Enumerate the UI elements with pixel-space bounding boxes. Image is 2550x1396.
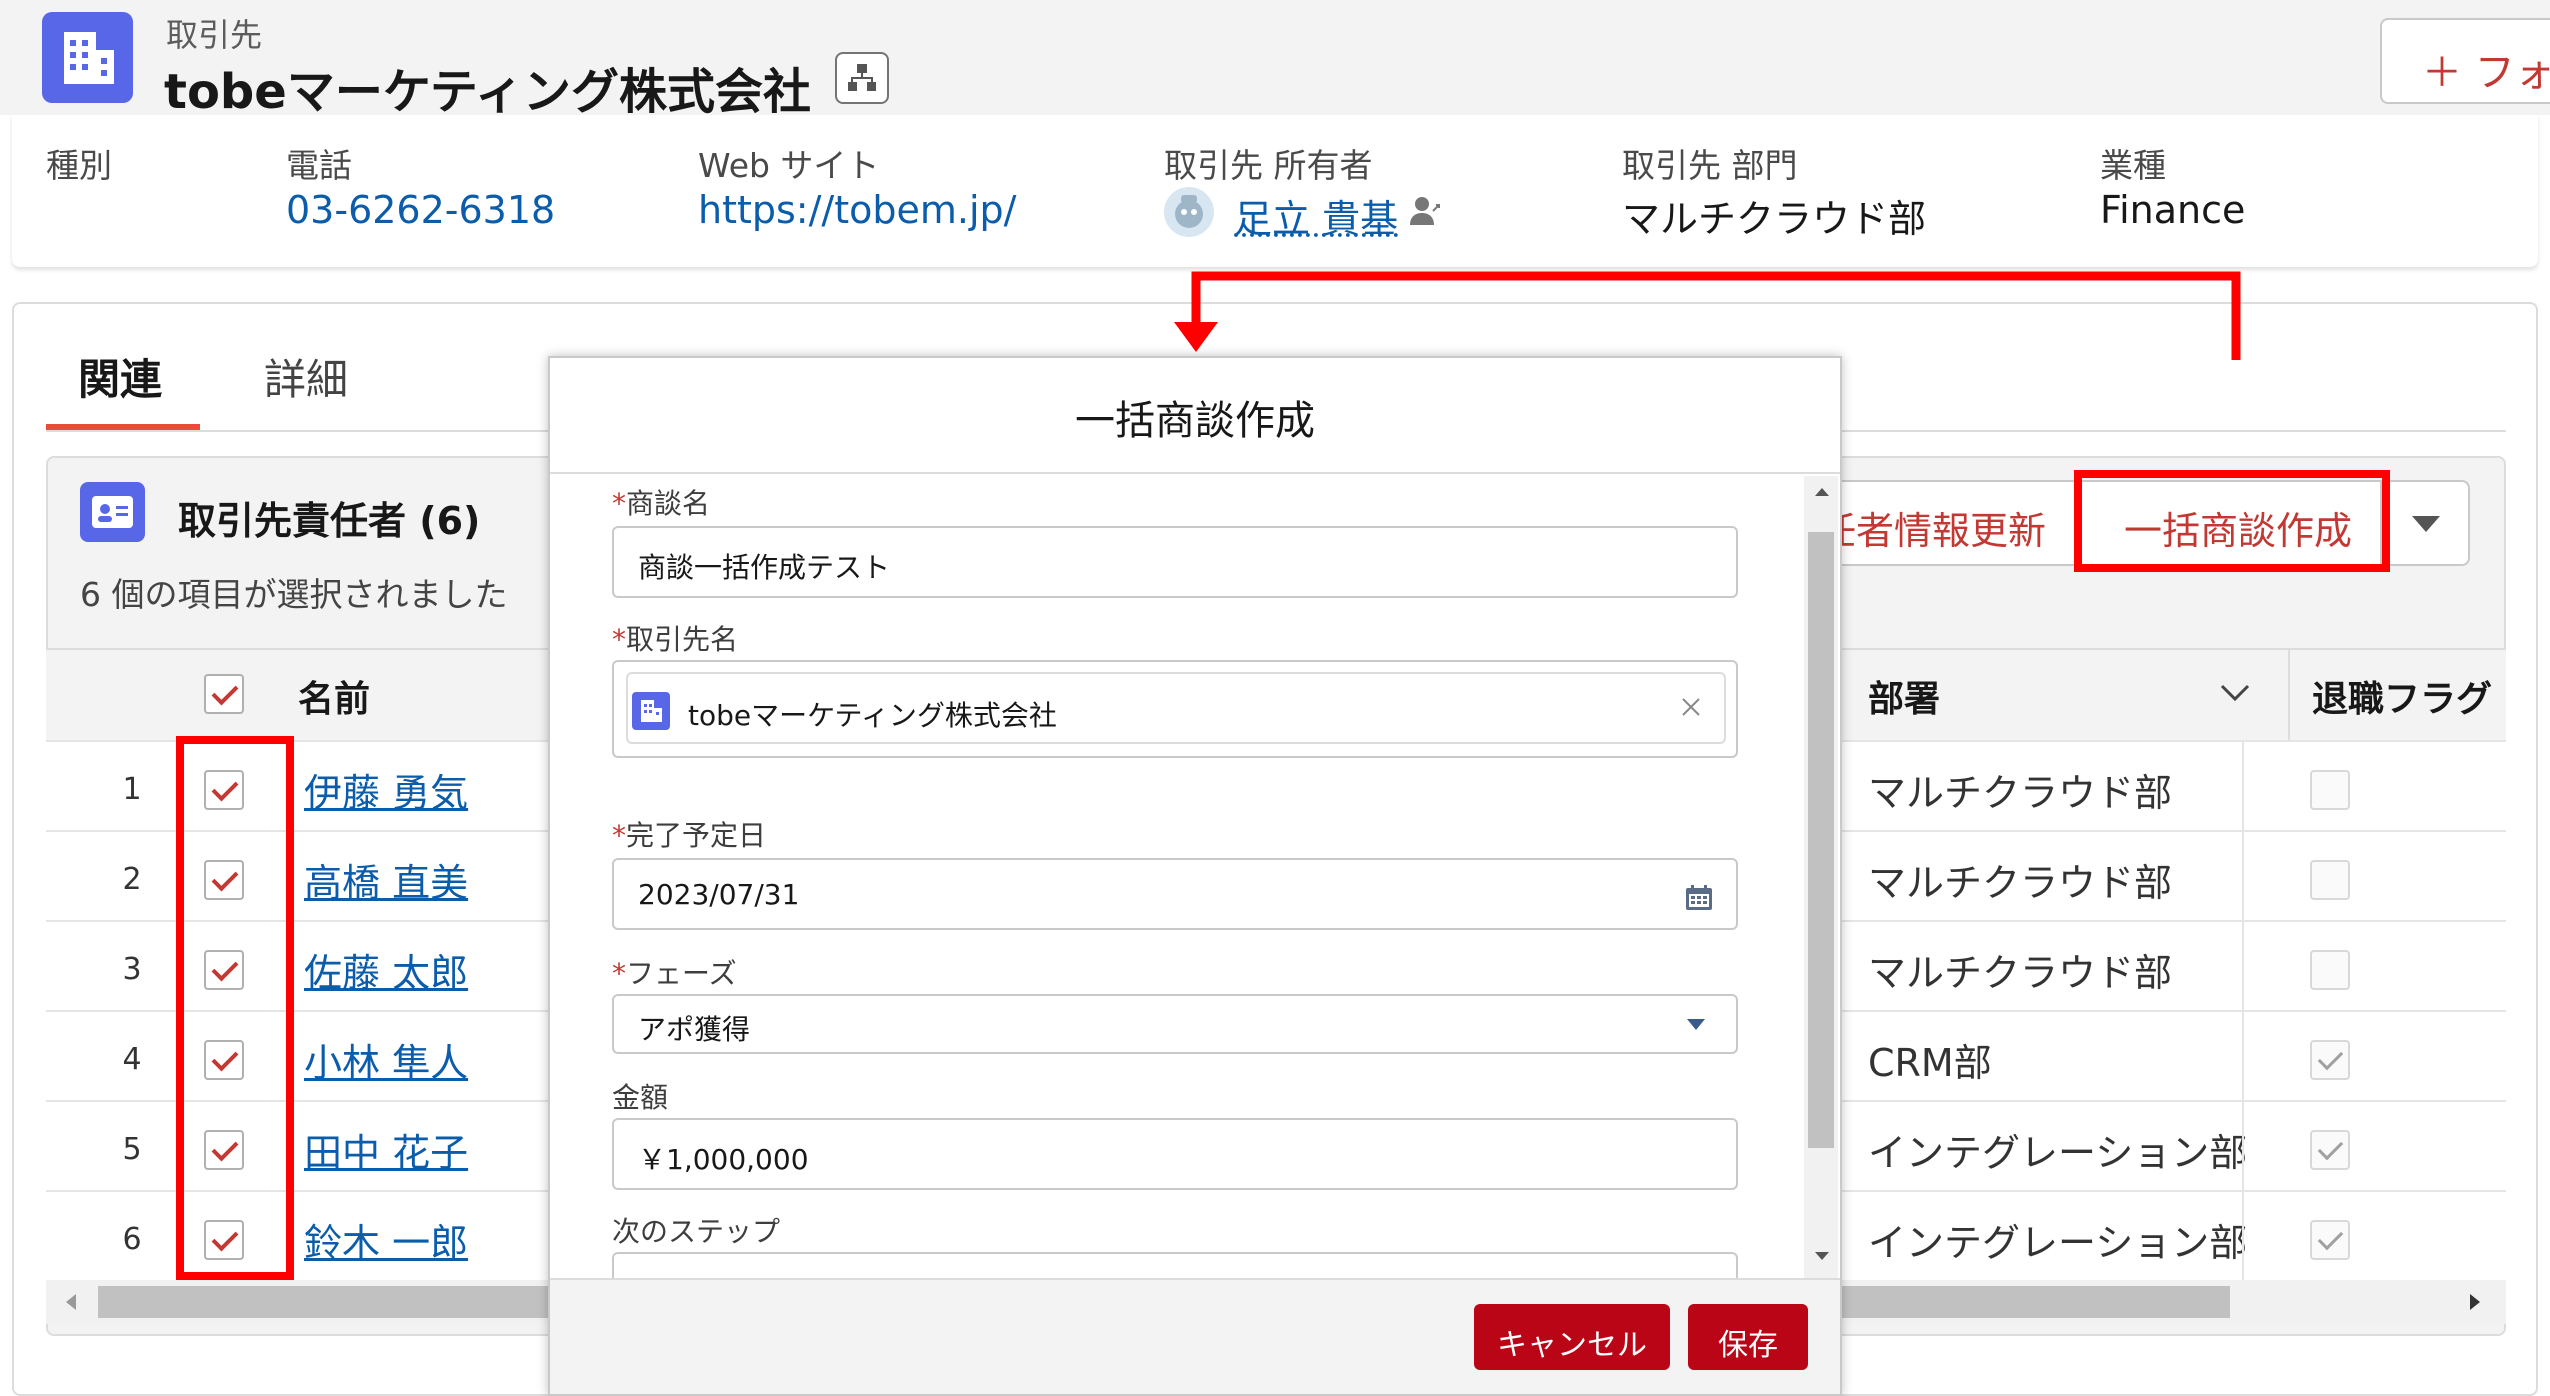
annotation-button-highlight [2074,470,2390,572]
field-label-website: Web サイト [698,146,880,185]
amount-input[interactable]: ￥1,000,000 [612,1118,1738,1190]
close-date-input[interactable]: 2023/07/31 [612,858,1738,930]
update-contacts-button[interactable]: 任者情報更新 [1818,500,2046,555]
calendar-icon[interactable] [1684,884,1714,916]
next-step-input[interactable] [612,1252,1738,1278]
row-number: 5 [122,1132,142,1167]
chevron-down-icon[interactable] [1684,1014,1708,1038]
dept-cell: マルチクラウド部 [1868,771,2173,815]
annotation-arrow [1174,271,2241,360]
phase-label: *フェーズ [612,957,737,990]
dept-cell: インテグレーション部 [1868,1131,2248,1175]
tab-details[interactable]: 詳細 [264,346,348,407]
division-value: マルチクラウド部 [1622,197,1927,241]
row-number: 3 [122,952,142,987]
column-header-dept[interactable]: 部署 [1868,670,1940,722]
hierarchy-button[interactable] [835,52,889,104]
contact-name-link[interactable]: 田中 花子 [304,1122,468,1177]
retired-flag-checkbox [2310,1220,2350,1260]
clear-icon[interactable] [1676,692,1706,726]
modal-title: 一括商談作成 [1075,398,1315,444]
record-type-label: 取引先 [166,16,263,54]
account-name-label: *取引先名 [612,623,739,656]
opportunity-name-input[interactable]: 商談一括作成テスト [612,526,1738,598]
retired-flag-checkbox [2310,770,2350,810]
dept-cell: CRM部 [1868,1041,1992,1085]
row-number: 4 [122,1042,142,1077]
account-icon [42,12,133,103]
retired-flag-checkbox [2310,1130,2350,1170]
active-tab-indicator [46,424,200,430]
column-divider [2242,922,2244,1012]
selection-count: 6 個の項目が選択されました [80,575,508,614]
column-divider [2242,742,2244,832]
row-number: 1 [122,772,142,807]
scroll-right-arrow-icon[interactable] [2464,1290,2484,1318]
contact-name-link[interactable]: 高橋 直美 [304,852,468,907]
dept-cell: マルチクラウド部 [1868,861,2173,905]
account-pill-label: tobeマーケティング株式会社 [688,699,1057,732]
column-divider [2242,1102,2244,1192]
record-name: tobeマーケティング株式会社 [164,64,811,120]
website-link[interactable]: https://tobem.jp/ [698,188,1016,232]
retired-flag-checkbox [2310,860,2350,900]
contact-name-link[interactable]: 小林 隼人 [304,1032,468,1087]
field-label-phone: 電話 [286,146,352,185]
field-label-owner: 取引先 所有者 [1164,146,1373,185]
column-divider [2242,832,2244,922]
retired-flag-checkbox [2310,1040,2350,1080]
hierarchy-icon [848,64,876,91]
highlights-panel: 種別 電話 03-6262-6318 Web サイト https://tobem… [12,115,2538,267]
more-actions-dropdown[interactable] [2384,482,2468,564]
column-header-name[interactable]: 名前 [298,670,370,722]
chevron-down-icon[interactable] [2218,678,2252,712]
phone-link[interactable]: 03-6262-6318 [286,188,555,232]
chevron-down-icon [2412,516,2440,532]
dept-cell: マルチクラウド部 [1868,951,2173,995]
field-label-division: 取引先 部門 [1622,146,1798,185]
dept-cell: インテグレーション部 [1868,1221,2248,1265]
phase-select[interactable]: アポ獲得 [612,994,1738,1054]
field-label-type: 種別 [46,146,112,185]
scroll-left-arrow-icon[interactable] [62,1290,82,1318]
scroll-down-arrow-icon[interactable] [1812,1248,1832,1268]
close-date-label: *完了予定日 [612,819,767,852]
contact-name-link[interactable]: 伊藤 勇気 [304,762,468,817]
retired-flag-checkbox [2310,950,2350,990]
follow-button[interactable]: ＋ フォ [2380,18,2550,104]
tab-related[interactable]: 関連 [78,346,162,407]
save-button[interactable]: 保存 [1688,1304,1808,1370]
column-divider [2242,1192,2244,1282]
amount-label: 金額 [612,1081,669,1114]
modal-scrollbar-thumb[interactable] [1808,532,1834,1148]
scroll-up-arrow-icon[interactable] [1812,484,1832,504]
owner-link[interactable]: 足立 貴基 [1234,188,1398,243]
contact-name-link[interactable]: 佐藤 太郎 [304,942,468,997]
row-number: 2 [122,862,142,897]
contact-icon [80,482,145,542]
column-divider [2242,1012,2244,1102]
select-all-checkbox[interactable] [204,674,244,714]
column-header-retired[interactable]: 退職フラグ [2312,670,2492,722]
account-icon [632,692,670,730]
owner-avatar [1164,187,1214,237]
column-divider [2288,650,2290,742]
change-owner-icon[interactable] [1407,193,1443,233]
contact-name-link[interactable]: 鈴木 一郎 [304,1212,468,1267]
cancel-button[interactable]: キャンセル [1474,1304,1670,1370]
industry-value: Finance [2100,188,2246,232]
next-step-label: 次のステップ [612,1215,781,1248]
related-list-title: 取引先責任者 (6) [178,499,481,543]
annotation-checkbox-highlight [176,736,294,1280]
opportunity-name-label: *商談名 [612,487,711,520]
row-number: 6 [122,1222,142,1257]
field-label-industry: 業種 [2100,146,2166,185]
